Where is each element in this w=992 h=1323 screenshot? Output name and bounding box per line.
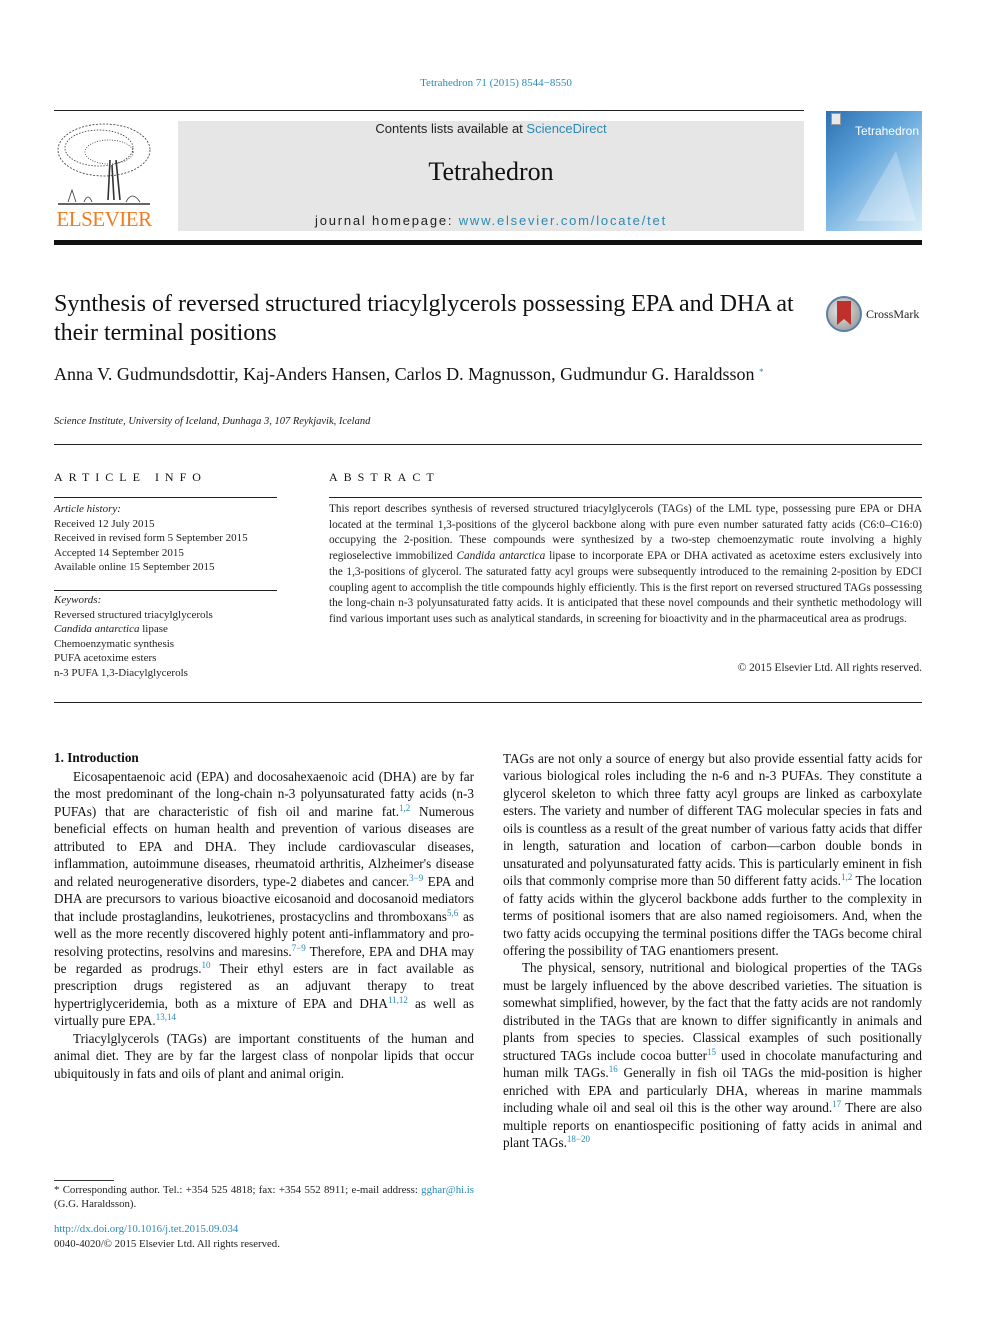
keyword-text: PUFA acetoxime esters [54, 652, 157, 664]
elsevier-logo[interactable]: ELSEVIER [54, 120, 154, 232]
elsevier-tree-icon [57, 123, 151, 205]
article-info-heading: ARTICLE INFO [54, 470, 207, 484]
doi-link[interactable]: http://dx.doi.org/10.1016/j.tet.2015.09.… [54, 1223, 238, 1235]
reference-link[interactable]: 1,2 [399, 803, 410, 813]
contents-line: Contents lists available at ScienceDirec… [178, 121, 804, 136]
keywords-label: Keywords: [54, 594, 102, 606]
body-column-right: TAGs are not only a source of energy but… [503, 750, 922, 1151]
reference-link[interactable]: 18−20 [567, 1134, 590, 1144]
paragraph: Triacylglycerols (TAGs) are important co… [54, 1030, 474, 1081]
introduction-heading: 1. Introduction [54, 750, 139, 765]
reference-link[interactable]: 5,6 [447, 908, 458, 918]
authors-text: Anna V. Gudmundsdottir, Kaj-Anders Hanse… [54, 364, 755, 384]
reference-link[interactable]: 15 [707, 1047, 716, 1057]
journal-cover-image[interactable]: Tetrahedron [826, 111, 922, 231]
elsevier-wordmark: ELSEVIER [56, 207, 152, 231]
corresponding-author-link[interactable]: * [759, 367, 764, 377]
keyword-text: lipase [139, 623, 168, 635]
keyword-text: Reversed structured triacylglycerols [54, 608, 213, 621]
email-link[interactable]: gghar@hi.is [421, 1184, 474, 1196]
corresponding-author-footnote: * Corresponding author. Tel.: +354 525 4… [54, 1183, 474, 1211]
paragraph: The physical, sensory, nutritional and b… [503, 959, 922, 1151]
abstract-copyright: © 2015 Elsevier Ltd. All rights reserved… [737, 662, 922, 674]
contents-prefix: Contents lists available at [375, 121, 527, 136]
keyword-text: Chemoenzymatic synthesis [54, 637, 175, 650]
keywords: Keywords: Reversed structured triacylgly… [54, 593, 284, 680]
footnote-divider [54, 1180, 114, 1181]
history-label: Article history: [54, 503, 121, 515]
abstract-heading: ABSTRACT [329, 470, 440, 484]
keyword-text: n-3 PUFA 1,3-Diacylglycerols [54, 666, 188, 679]
sciencedirect-link[interactable]: ScienceDirect [526, 121, 606, 136]
cover-title: Tetrahedron [854, 124, 919, 138]
author-list: Anna V. Gudmundsdottir, Kaj-Anders Hanse… [54, 364, 774, 385]
reference-link[interactable]: 11,12 [388, 995, 408, 1005]
header-divider [54, 110, 804, 111]
keywords-divider [54, 590, 277, 591]
cover-badge-icon [831, 113, 841, 125]
body-column-left: Eicosapentaenoic acid (EPA) and docosahe… [54, 768, 474, 1082]
journal-masthead: Contents lists available at ScienceDirec… [178, 121, 804, 231]
keyword-item: Chemoenzymatic synthesis [54, 637, 284, 652]
homepage-line: journal homepage: www.elsevier.com/locat… [178, 213, 804, 228]
keyword-item: Reversed structured triacylglycerols [54, 608, 284, 623]
reference-link[interactable]: 7−9 [292, 943, 306, 953]
history-item: Received in revised form 5 September 201… [54, 532, 248, 544]
body-divider [54, 702, 922, 703]
homepage-prefix: journal homepage: [315, 213, 459, 228]
keyword-item: PUFA acetoxime esters [54, 651, 284, 666]
paragraph-continued: TAGs are not only a source of energy but… [503, 750, 922, 959]
article-history: Article history: Received 12 July 2015 R… [54, 502, 284, 575]
article-info-divider [54, 497, 277, 498]
paragraph: Eicosapentaenoic acid (EPA) and docosahe… [54, 768, 474, 1030]
masthead-divider [54, 240, 922, 245]
journal-title: Tetrahedron [428, 157, 554, 186]
footnote-text: * Corresponding author. Tel.: +354 525 4… [54, 1184, 422, 1196]
history-item: Accepted 14 September 2015 [54, 546, 184, 559]
keyword-item: Candida antarctica lipase [54, 622, 284, 637]
history-item: Received 12 July 2015 [54, 517, 155, 530]
affiliation: Science Institute, University of Iceland… [54, 416, 371, 427]
history-item: Available online 15 September 2015 [54, 561, 215, 573]
abstract-italic: Candida antarctica [456, 550, 546, 563]
text-run: TAGs are not only a source of energy but… [503, 751, 922, 889]
crossmark-label: CrossMark [866, 307, 920, 321]
crossmark-button[interactable]: CrossMark [826, 296, 926, 336]
abstract-body: This report describes synthesis of rever… [329, 502, 922, 628]
reference-link[interactable]: 17 [832, 1099, 841, 1109]
affiliation-divider [54, 444, 922, 445]
keyword-item: n-3 PUFA 1,3-Diacylglycerols [54, 666, 284, 681]
reference-link[interactable]: 16 [609, 1064, 618, 1074]
keyword-italic: Candida antarctica [54, 623, 140, 635]
journal-citation-link[interactable]: Tetrahedron 71 (2015) 8544−8550 [0, 77, 992, 89]
reference-link[interactable]: 10 [202, 960, 211, 970]
reference-link[interactable]: 3−9 [409, 873, 423, 883]
article-title: Synthesis of reversed structured triacyl… [54, 291, 794, 346]
journal-homepage-link[interactable]: www.elsevier.com/locate/tet [459, 213, 667, 228]
reference-link[interactable]: 1,2 [841, 872, 852, 882]
footnote-suffix: (G.G. Haraldsson). [54, 1198, 137, 1210]
issn-copyright: 0040-4020/© 2015 Elsevier Ltd. All right… [54, 1238, 280, 1250]
abstract-divider [329, 497, 922, 498]
reference-link[interactable]: 13,14 [156, 1012, 176, 1022]
cover-graphic [856, 151, 916, 221]
